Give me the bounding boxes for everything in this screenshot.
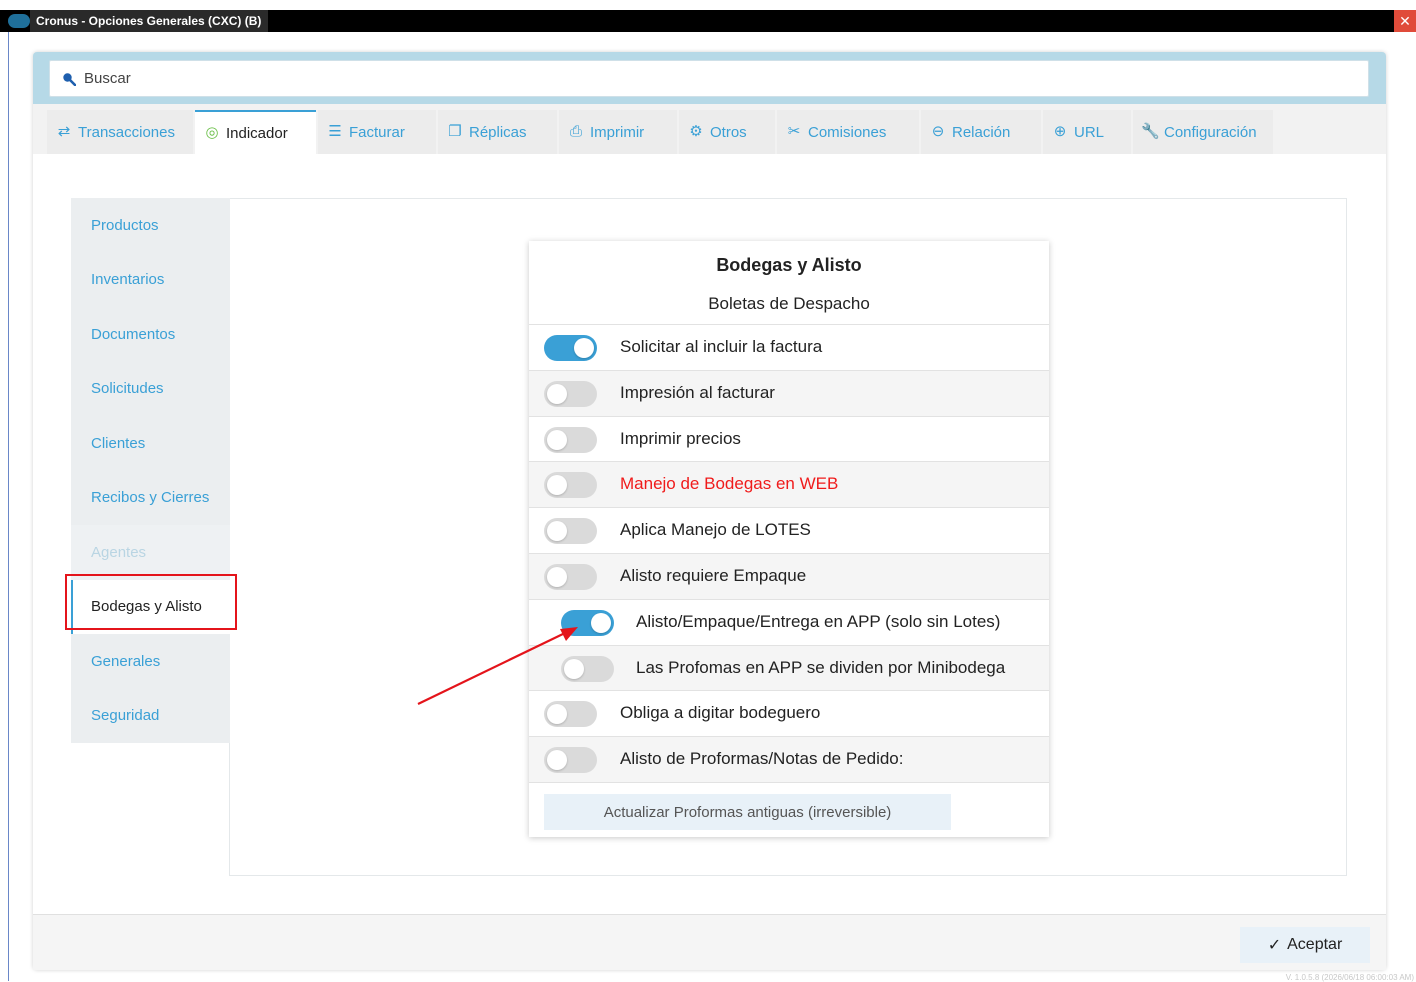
option-label: Alisto de Proformas/Notas de Pedido: [620, 749, 904, 769]
update-proformas-button[interactable]: Actualizar Proformas antiguas (irreversi… [544, 794, 951, 830]
toggle-knob [547, 521, 567, 542]
sidebar-item-1[interactable]: Inventarios [71, 252, 230, 307]
toggle-switch[interactable] [561, 655, 614, 682]
option-row: Aplica Manejo de LOTES [529, 507, 1049, 553]
close-button[interactable]: ✕ [1394, 10, 1416, 32]
tab-9[interactable]: 🔧 Configuración [1133, 110, 1273, 154]
toggle-knob [547, 429, 567, 450]
toggle-switch[interactable] [544, 747, 597, 774]
toggle-knob [574, 338, 594, 358]
check-icon: ✓ [1267, 937, 1282, 954]
toggle-switch[interactable] [544, 472, 597, 499]
tab-label: Indicador [226, 124, 288, 142]
option-row: Imprimir precios [529, 415, 1049, 462]
search-box[interactable] [49, 60, 1369, 97]
toggle-knob [547, 750, 567, 771]
option-row: Alisto de Proformas/Notas de Pedido: [529, 736, 1049, 783]
title-bar: Cronus - Opciones Generales (CXC) (B) ✕ [0, 10, 1416, 32]
toggle-switch[interactable] [544, 518, 597, 545]
sidebar-item-3[interactable]: Solicitudes [71, 361, 230, 416]
arrows-swap-icon: ⇄ [57, 123, 71, 140]
sidebar-item-5[interactable]: Recibos y Cierres [71, 470, 230, 525]
sidebar-item-4[interactable]: Clientes [71, 416, 230, 471]
option-label: Impresión al facturar [620, 382, 775, 402]
tab-label: Relación [952, 123, 1011, 141]
option-label: Obliga a digitar bodeguero [620, 703, 821, 723]
accept-label: Aceptar [1287, 936, 1343, 953]
tab-label: Réplicas [469, 123, 527, 141]
sidebar-item-6[interactable]: Agentes [71, 525, 230, 580]
option-row: Alisto requiere Empaque [529, 553, 1049, 599]
option-row: Obliga a digitar bodeguero [529, 690, 1049, 736]
sidebar-item-0[interactable]: Productos [71, 198, 230, 253]
gears-icon: ⚙ [689, 123, 703, 140]
power-indicator-icon: ◎ [205, 124, 219, 141]
toggle-switch[interactable] [544, 564, 597, 590]
footer: ✓ Aceptar [33, 914, 1386, 970]
app-icon [8, 14, 30, 28]
globe-icon: ⊕ [1053, 123, 1067, 140]
tab-3[interactable]: ❐ Réplicas [438, 110, 557, 154]
toggle-switch[interactable] [561, 609, 614, 636]
card-subtitle: Boletas de Despacho [708, 294, 870, 313]
toggle-knob [547, 475, 567, 496]
commission-icon: ✂ [787, 123, 801, 140]
printer-icon: ⎙ [569, 123, 582, 140]
toggle-switch[interactable] [544, 380, 597, 407]
sidebar-item-7[interactable]: Bodegas y Alisto [71, 579, 230, 634]
option-label: Aplica Manejo de LOTES [620, 520, 811, 540]
toggle-knob [564, 658, 584, 679]
document-list-icon: ☰ [328, 123, 342, 140]
toggle-switch[interactable] [544, 701, 597, 728]
option-label: Imprimir precios [620, 428, 741, 448]
toggle-knob [591, 612, 611, 633]
tab-label: Facturar [349, 123, 405, 141]
row-divider [529, 782, 1049, 783]
toggle-switch[interactable] [544, 335, 597, 361]
wrench-icon: 🔧 [1141, 123, 1160, 140]
tab-label: Configuración [1164, 123, 1257, 141]
tab-label: Transacciones [78, 123, 175, 141]
tab-2[interactable]: ☰ Facturar [318, 110, 436, 154]
option-label: Alisto requiere Empaque [620, 566, 807, 585]
search-bar [33, 52, 1386, 104]
accept-button[interactable]: ✓ Aceptar [1240, 927, 1370, 963]
tab-1[interactable]: ◎ Indicador [195, 110, 316, 154]
tab-0[interactable]: ⇄ Transacciones [47, 110, 193, 154]
option-label: Manejo de Bodegas en WEB [620, 474, 839, 494]
option-row: Alisto/Empaque/Entrega en APP (solo sin … [529, 598, 1049, 645]
settings-card: Bodegas y Alisto Boletas de Despacho Act… [529, 241, 1049, 837]
sidebar-item-9[interactable]: Seguridad [71, 688, 230, 743]
option-row: Impresión al facturar [529, 369, 1049, 416]
tab-4[interactable]: ⎙ Imprimir [559, 110, 677, 154]
tab-8[interactable]: ⊕ URL [1043, 110, 1131, 154]
link-icon: ⊖ [931, 123, 945, 140]
tab-6[interactable]: ✂ Comisiones [777, 110, 919, 154]
option-label: Las Profomas en APP se dividen por Minib… [636, 657, 1006, 677]
tab-label: Otros [710, 123, 747, 141]
tab-5[interactable]: ⚙ Otros [679, 110, 775, 154]
option-label: Solicitar al incluir la factura [620, 337, 823, 356]
search-input[interactable] [84, 61, 1284, 96]
side-nav: Productos Inventarios Documentos Solicitude… [71, 198, 230, 743]
toggle-knob [547, 383, 567, 404]
sidebar-item-8[interactable]: Generales [71, 634, 230, 689]
tab-label: Imprimir [590, 123, 645, 141]
window-title: Cronus - Opciones Generales (CXC) (B) [36, 14, 262, 28]
window-border [8, 32, 9, 981]
option-label: Alisto/Empaque/Entrega en APP (solo sin … [636, 611, 1001, 631]
toggle-knob [547, 704, 567, 725]
sidebar-item-2[interactable]: Documentos [71, 307, 230, 362]
option-row: Solicitar al incluir la factura [529, 324, 1049, 370]
copy-icon: ❐ [448, 123, 462, 140]
option-row: Manejo de Bodegas en WEB [529, 461, 1049, 508]
toggle-switch[interactable] [544, 426, 597, 453]
card-title: Bodegas y Alisto [716, 255, 862, 275]
toggle-knob [547, 567, 567, 587]
tab-7[interactable]: ⊖ Relación [921, 110, 1041, 154]
tab-label: Comisiones [808, 123, 887, 141]
search-icon [63, 73, 76, 86]
option-row: Las Profomas en APP se dividen por Minib… [529, 644, 1049, 691]
tab-label: URL [1074, 123, 1105, 141]
